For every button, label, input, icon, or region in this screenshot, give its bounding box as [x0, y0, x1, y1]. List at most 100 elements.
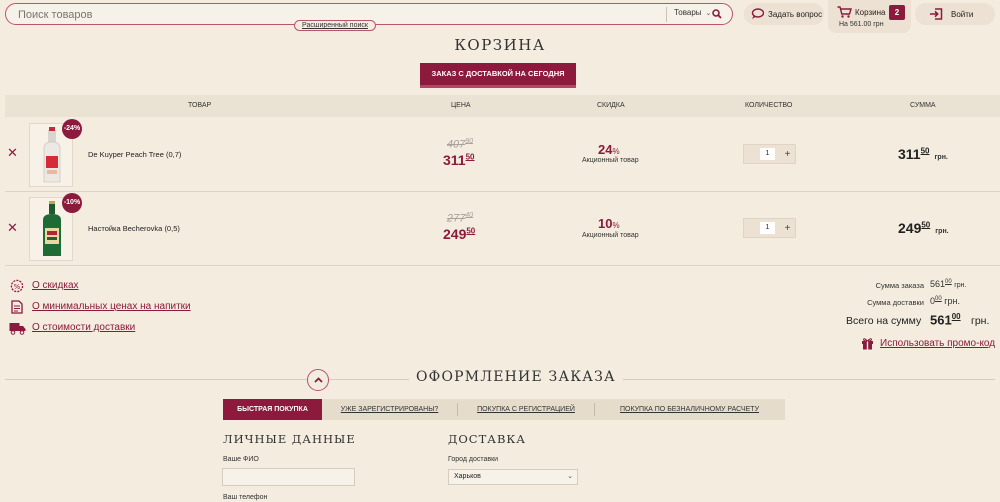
- old-price-frac: 40: [465, 212, 474, 219]
- discount-value: 24: [598, 142, 613, 157]
- city-field-label: Город доставки: [448, 456, 499, 463]
- quantity-plus-button[interactable]: +: [781, 221, 794, 236]
- price-frac: 50: [466, 226, 476, 236]
- delivery-sum-label: Сумма доставки: [867, 298, 924, 307]
- price-int: 249: [443, 226, 467, 242]
- tab-quick-purchase[interactable]: Быстрая покупка: [223, 399, 322, 420]
- discount-percent: 24%: [598, 142, 620, 157]
- row-sum-int: 249: [898, 220, 922, 236]
- svg-text:%: %: [14, 283, 21, 291]
- discount-value: 10: [598, 216, 613, 231]
- gift-icon: [862, 338, 873, 350]
- order-sum-label: Сумма заказа: [875, 281, 924, 290]
- row-sum-currency: грн.: [934, 154, 948, 161]
- search-scope-select[interactable]: Товары ⌄: [674, 8, 711, 17]
- quantity-value[interactable]: 1: [760, 148, 775, 160]
- row-sum-frac: 50: [921, 220, 931, 230]
- grand-total-label: Всего на сумму: [846, 315, 922, 327]
- delivery-today-tab[interactable]: Заказ с доставкой на сегодня: [420, 63, 576, 88]
- delivery-cost-info-link[interactable]: О стоимости доставки: [32, 322, 135, 333]
- name-field-label: Ваше ФИО: [223, 456, 259, 463]
- chevron-down-icon: ⌄: [567, 473, 573, 480]
- name-field[interactable]: [222, 468, 355, 486]
- tab-register-purchase[interactable]: Покупка с регистрацией: [458, 399, 594, 420]
- personal-data-title: Личные данные: [223, 432, 356, 446]
- chevron-up-icon: [313, 377, 323, 383]
- row-sum-frac: 50: [920, 146, 930, 156]
- old-price: 40790: [430, 138, 490, 151]
- discount-badge: -24%: [62, 119, 82, 139]
- promo-note: Акционный товар: [582, 232, 639, 239]
- grand-total-value: 56100: [930, 312, 961, 327]
- discount-percent: 10%: [598, 216, 620, 231]
- tab-cashless-purchase[interactable]: Покупка по безналичному расчету: [595, 399, 784, 420]
- tab-already-registered[interactable]: Уже зарегистрированы?: [322, 399, 457, 420]
- grand-total-int: 561: [930, 312, 952, 328]
- order-sum-int: 561: [930, 279, 946, 289]
- grand-total-currency: грн.: [971, 315, 990, 327]
- order-sum-frac: 00: [945, 279, 952, 285]
- ask-question-label: Задать вопрос: [768, 10, 823, 19]
- discount-unit: %: [612, 147, 620, 156]
- old-price: 27740: [430, 212, 490, 225]
- cart-count-badge: 2: [889, 5, 905, 20]
- quantity-stepper: 1 +: [743, 144, 796, 164]
- chat-icon: [751, 8, 764, 19]
- remove-item-button[interactable]: ✕: [7, 145, 18, 161]
- ask-question-button[interactable]: Задать вопрос: [744, 3, 824, 25]
- column-header-discount: Скидка: [597, 102, 625, 109]
- phone-field-label: Ваш телефон: [223, 494, 268, 501]
- quantity-value[interactable]: 1: [760, 222, 775, 234]
- column-header-quantity: Количество: [745, 102, 793, 109]
- page-title: Корзина: [454, 36, 546, 54]
- delivery-sum-frac: 00: [935, 296, 942, 302]
- login-icon: [930, 8, 943, 20]
- quantity-plus-button[interactable]: +: [781, 147, 794, 162]
- product-name[interactable]: Настойка Becherovka (0,5): [88, 224, 180, 233]
- cart-table-header: Товар Цена Скидка Количество Сумма: [5, 95, 1000, 117]
- cart-total: На 561.00 грн: [839, 21, 884, 28]
- old-price-frac: 90: [465, 138, 474, 145]
- checkout-title: Оформление заказа: [409, 369, 623, 385]
- column-header-price: Цена: [451, 102, 471, 109]
- login-label: Войти: [951, 10, 974, 19]
- promo-code-link[interactable]: Использовать промо-код: [880, 338, 995, 349]
- delivery-sum-currency: грн.: [944, 296, 960, 306]
- search-button[interactable]: [708, 5, 726, 23]
- search-divider: [666, 7, 667, 22]
- remove-item-button[interactable]: ✕: [7, 220, 18, 236]
- price-int: 311: [443, 152, 466, 168]
- discounts-info-link[interactable]: О скидках: [32, 280, 79, 291]
- min-prices-info-link[interactable]: О минимальных ценах на напитки: [32, 301, 191, 312]
- row-sum: 24950 грн.: [898, 220, 949, 236]
- row-divider: [5, 191, 1000, 192]
- delivery-today-label: Заказ с доставкой на сегодня: [431, 69, 565, 78]
- login-button[interactable]: Войти: [915, 3, 995, 25]
- advanced-search-link[interactable]: Расширенный поиск: [294, 20, 376, 31]
- discount-info-icon: %: [10, 279, 24, 293]
- discount-unit: %: [612, 221, 620, 230]
- column-header-sum: Сумма: [910, 102, 936, 109]
- price-frac: 50: [465, 152, 475, 162]
- cart-widget[interactable]: Корзина 2 На 561.00 грн: [828, 0, 911, 33]
- delivery-title: Доставка: [448, 432, 527, 446]
- city-select-value: Харьков: [454, 473, 481, 480]
- document-icon: [11, 300, 23, 314]
- search-scope-label: Товары: [674, 8, 702, 17]
- current-price: 31150: [443, 152, 475, 168]
- old-price-int: 407: [446, 138, 466, 151]
- delivery-truck-icon: [9, 323, 26, 335]
- grand-total-frac: 00: [951, 312, 961, 321]
- row-divider: [5, 265, 1000, 266]
- current-price: 24950: [443, 226, 475, 242]
- order-sum-currency: грн.: [954, 282, 967, 289]
- quantity-stepper: 1 +: [743, 218, 796, 238]
- promo-note: Акционный товар: [582, 157, 639, 164]
- city-select[interactable]: Харьков ⌄: [448, 469, 578, 485]
- collapse-button[interactable]: [307, 369, 329, 391]
- checkout-tabs: Быстрая покупка Уже зарегистрированы? По…: [223, 399, 785, 420]
- row-sum-int: 311: [898, 146, 921, 162]
- search-icon: [712, 9, 722, 19]
- order-sum-value: 56100 грн.: [930, 279, 967, 289]
- product-name[interactable]: De Kuyper Peach Tree (0,7): [88, 150, 181, 159]
